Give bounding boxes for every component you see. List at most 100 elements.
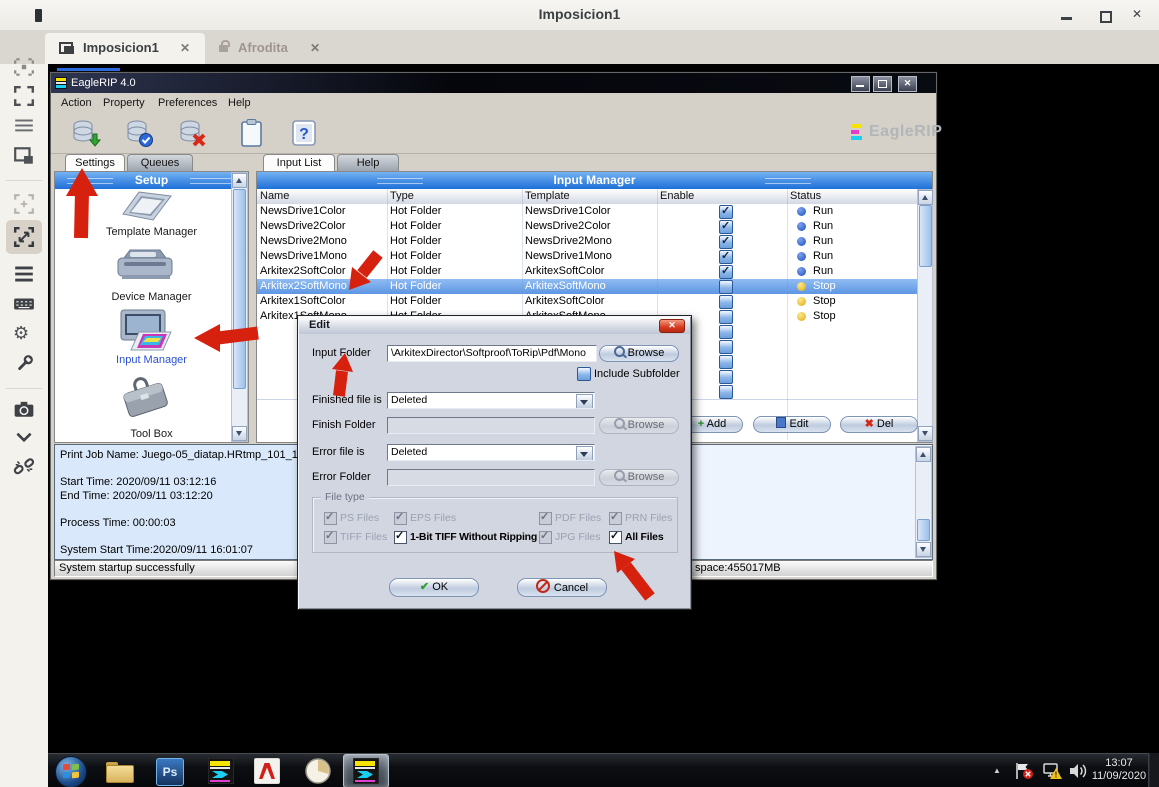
browse-input-folder-button[interactable]: Browse <box>599 345 679 362</box>
dialog-close-button[interactable]: ✕ <box>659 319 685 333</box>
minimize-button[interactable] <box>1061 17 1072 20</box>
setup-item-device-manager[interactable]: Device Manager <box>55 291 248 303</box>
enable-checkbox[interactable] <box>719 250 733 264</box>
tab-close-icon[interactable]: ✕ <box>310 41 320 55</box>
enable-checkbox[interactable] <box>719 370 733 384</box>
table-row[interactable]: NewsDrive1Mono Hot Folder NewsDrive1Mono… <box>257 249 917 265</box>
tab-imposicion1[interactable]: Imposicion1 ✕ <box>45 33 205 64</box>
output-scrollbar[interactable] <box>915 446 932 558</box>
taskbar-clock[interactable]: 13:07 11/09/2020 <box>1090 757 1148 783</box>
enable-checkbox[interactable] <box>719 385 733 399</box>
onebit-tiff-checkbox[interactable] <box>394 531 407 544</box>
column-status[interactable]: Status <box>790 190 821 202</box>
scroll-up-arrow[interactable] <box>916 447 931 462</box>
finished-file-select[interactable]: Deleted <box>387 392 595 409</box>
tools-icon[interactable] <box>13 353 35 375</box>
tab-settings[interactable]: Settings <box>65 154 125 172</box>
scaled-mode-icon[interactable] <box>13 226 35 248</box>
enable-checkbox[interactable] <box>719 220 733 234</box>
table-row-selected[interactable]: Arkitex2SoftMono Hot Folder ArkitexSoftM… <box>257 279 917 295</box>
column-template[interactable]: Template <box>525 190 570 202</box>
acrobat-taskbar-icon[interactable] <box>254 758 280 784</box>
settings-gears-icon[interactable]: ⚙ <box>13 322 29 344</box>
table-row[interactable]: NewsDrive2Color Hot Folder NewsDrive2Col… <box>257 219 917 235</box>
enable-checkbox[interactable] <box>719 205 733 219</box>
include-subfolder-checkbox[interactable] <box>577 367 591 381</box>
input-folder-field[interactable]: \ArkitexDirector\Softproof\ToRip\Pdf\Mon… <box>387 345 597 362</box>
enable-checkbox[interactable] <box>719 355 733 369</box>
action-center-flag-icon[interactable] <box>1014 762 1034 780</box>
scroll-up-arrow[interactable] <box>918 190 933 205</box>
menu-help[interactable]: Help <box>228 97 251 109</box>
table-row[interactable]: NewsDrive2Mono Hot Folder NewsDrive2Mono… <box>257 234 917 250</box>
tab-input-list[interactable]: Input List <box>263 154 335 172</box>
new-window-icon[interactable] <box>13 145 35 167</box>
input-list-icon[interactable] <box>239 118 265 148</box>
minimize-button[interactable] <box>851 76 870 92</box>
table-row[interactable]: NewsDrive1Color Hot Folder NewsDrive1Col… <box>257 204 917 220</box>
database-check-icon[interactable] <box>124 118 154 148</box>
enable-checkbox[interactable] <box>719 325 733 339</box>
photoshop-taskbar-icon[interactable]: Ps <box>156 758 184 786</box>
ok-button[interactable]: ✔ OK <box>389 578 479 597</box>
menu-preferences[interactable]: Preferences <box>158 97 217 109</box>
maximize-button[interactable] <box>1100 11 1112 23</box>
database-add-icon[interactable] <box>71 118 101 148</box>
disconnect-link-icon[interactable] <box>13 456 35 478</box>
fullscreen-icon[interactable] <box>13 85 35 107</box>
setup-item-tool-box[interactable]: Tool Box <box>55 428 248 440</box>
eaglerip-titlebar[interactable]: EagleRIP 4.0 ✕ <box>51 73 936 93</box>
enable-checkbox[interactable] <box>719 310 733 324</box>
dropdown-arrow-icon[interactable] <box>576 394 593 409</box>
column-name[interactable]: Name <box>260 190 289 202</box>
input-manager-icon[interactable] <box>113 308 177 352</box>
setup-scrollbar[interactable] <box>231 172 248 442</box>
scrollbar-thumb[interactable] <box>919 205 932 267</box>
cancel-button[interactable]: Cancel <box>517 578 607 597</box>
enable-checkbox[interactable] <box>719 280 733 294</box>
close-button[interactable]: ✕ <box>898 76 917 92</box>
eaglerip-active-task-button[interactable] <box>343 754 389 787</box>
device-manager-icon[interactable] <box>110 244 182 284</box>
dropdown-arrow-icon[interactable] <box>576 446 593 461</box>
collapse-chevron-icon[interactable] <box>13 426 35 448</box>
explorer-taskbar-icon[interactable] <box>105 757 133 785</box>
show-hidden-icons-button[interactable]: ▲ <box>993 766 1001 775</box>
enable-checkbox[interactable] <box>719 340 733 354</box>
column-type[interactable]: Type <box>390 190 414 202</box>
eaglerip-taskbar-icon[interactable] <box>208 758 234 784</box>
scrollbar-thumb[interactable] <box>917 519 930 541</box>
setup-item-input-manager[interactable]: Input Manager <box>55 354 248 366</box>
all-files-checkbox[interactable] <box>609 531 622 544</box>
edit-button[interactable]: Edit <box>753 416 831 433</box>
maximize-button[interactable] <box>873 76 892 92</box>
dialog-titlebar[interactable]: Edit <box>299 317 690 334</box>
network-status-icon[interactable]: ! <box>1042 762 1062 780</box>
tab-help[interactable]: Help <box>337 154 399 172</box>
scroll-down-arrow[interactable] <box>232 426 247 441</box>
table-row[interactable]: Arkitex2SoftColor Hot Folder ArkitexSoft… <box>257 264 917 280</box>
error-file-select[interactable]: Deleted <box>387 444 595 461</box>
menu-property[interactable]: Property <box>103 97 145 109</box>
database-delete-icon[interactable] <box>177 118 207 148</box>
setup-item-template-manager[interactable]: Template Manager <box>55 226 248 238</box>
volume-speaker-icon[interactable] <box>1068 762 1088 780</box>
del-button[interactable]: ✖ Del <box>840 416 918 433</box>
tab-afrodita[interactable]: Afrodita ✕ <box>205 33 335 64</box>
close-button[interactable]: ✕ <box>1132 8 1142 20</box>
scroll-down-arrow[interactable] <box>918 426 933 441</box>
tab-close-icon[interactable]: ✕ <box>180 41 190 55</box>
enable-checkbox[interactable] <box>719 235 733 249</box>
enable-checkbox[interactable] <box>719 295 733 309</box>
tool-box-icon[interactable] <box>113 372 177 420</box>
help-icon[interactable]: ? <box>291 118 319 148</box>
table-scrollbar[interactable] <box>917 189 933 442</box>
tab-queues[interactable]: Queues <box>127 154 193 172</box>
menu-action[interactable]: Action <box>61 97 92 109</box>
template-manager-icon[interactable] <box>113 188 177 224</box>
start-button[interactable] <box>55 756 87 787</box>
show-desktop-button[interactable] <box>1148 753 1159 787</box>
scroll-down-arrow[interactable] <box>916 542 931 557</box>
keyboard-icon[interactable] <box>13 293 35 315</box>
scroll-up-arrow[interactable] <box>232 173 247 188</box>
